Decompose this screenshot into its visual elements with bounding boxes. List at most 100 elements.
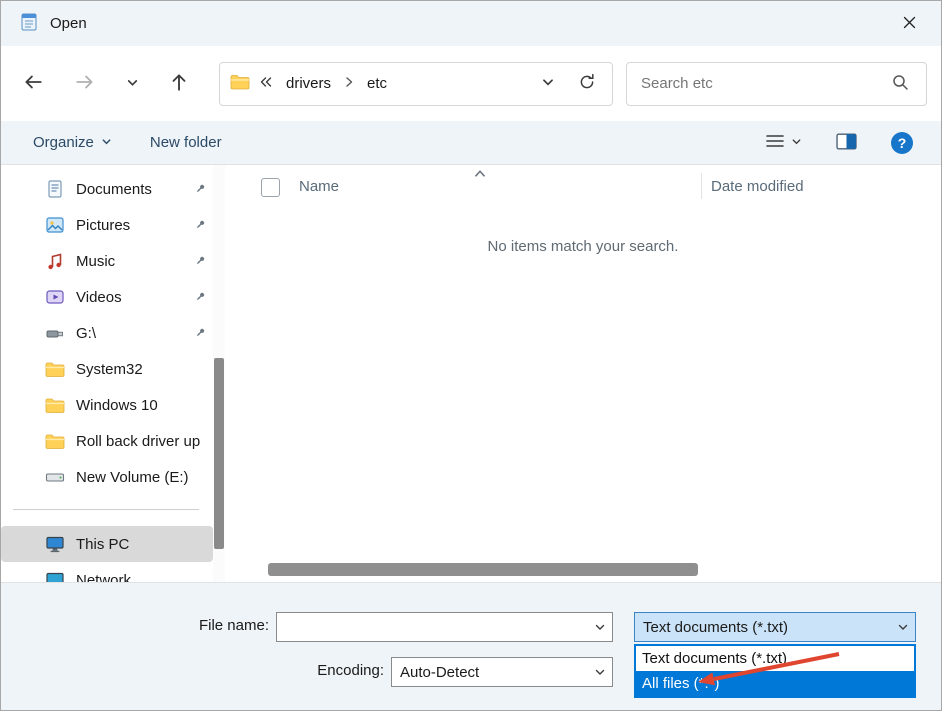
search-icon <box>891 73 909 94</box>
sidebar-item-label: Network <box>76 572 207 583</box>
pin-icon <box>193 255 207 267</box>
sidebar-item-this-pc[interactable]: This PC <box>1 526 213 562</box>
this-pc-icon <box>45 534 65 554</box>
list-view-icon <box>765 133 785 152</box>
network-icon <box>45 570 65 582</box>
vertical-scrollbar-thumb[interactable] <box>214 358 224 549</box>
search-input[interactable] <box>641 75 884 92</box>
encoding-selected-value: Auto-Detect <box>400 664 590 681</box>
sidebar-item-pictures[interactable]: Pictures <box>1 207 213 243</box>
new-folder-label: New folder <box>150 134 222 151</box>
up-button[interactable] <box>161 66 197 102</box>
sidebar-item-label: Windows 10 <box>76 397 207 414</box>
sidebar-item-label: G:\ <box>76 325 182 342</box>
open-dialog: Open <box>0 0 942 711</box>
sidebar-item-music[interactable]: Music <box>1 243 213 279</box>
breadcrumb-item-drivers[interactable]: drivers <box>282 73 335 94</box>
column-divider[interactable] <box>701 173 702 199</box>
file-name-input[interactable] <box>285 619 590 636</box>
chevron-down-icon[interactable] <box>897 621 909 633</box>
new-folder-button[interactable]: New folder <box>140 128 232 157</box>
close-button[interactable] <box>887 5 931 43</box>
chevron-down-icon[interactable] <box>594 666 606 678</box>
encoding-label: Encoding: <box>279 662 384 679</box>
preview-pane-button[interactable] <box>832 129 861 157</box>
file-type-combobox[interactable]: Text documents (*.txt) <box>634 612 916 642</box>
sidebar-item-label: This PC <box>76 536 207 553</box>
file-name-combobox[interactable] <box>276 612 613 642</box>
sidebar-item-label: Videos <box>76 289 182 306</box>
file-type-dropdown-list: Text documents (*.txt) All files (*.*) <box>634 644 916 698</box>
chevron-down-icon <box>541 75 555 92</box>
column-header-date-modified[interactable]: Date modified <box>711 178 804 195</box>
search-box <box>626 62 927 106</box>
folder-icon <box>45 395 65 415</box>
option-text-documents[interactable]: Text documents (*.txt) <box>636 646 914 671</box>
sidebar-item-videos[interactable]: Videos <box>1 279 213 315</box>
sidebar-item-g-drive[interactable]: G:\ <box>1 315 213 351</box>
help-button[interactable]: ? <box>887 128 917 158</box>
sidebar-item-documents[interactable]: Documents <box>1 171 213 207</box>
file-name-label: File name: <box>159 617 269 634</box>
forward-button[interactable] <box>67 66 103 102</box>
pin-icon <box>193 183 207 195</box>
breadcrumb-item-etc[interactable]: etc <box>363 73 391 94</box>
sidebar-item-label: Music <box>76 253 182 270</box>
dialog-content: Documents Pictures Music <box>1 165 941 582</box>
sidebar-separator <box>13 509 199 510</box>
close-icon <box>902 15 917 33</box>
sidebar-item-label: Documents <box>76 181 182 198</box>
file-type-selected-value: Text documents (*.txt) <box>643 619 893 636</box>
sidebar-item-label: Pictures <box>76 217 182 234</box>
option-all-files[interactable]: All files (*.*) <box>636 671 914 696</box>
command-toolbar: Organize New folder <box>1 121 941 165</box>
folder-icon <box>230 74 250 94</box>
organize-button[interactable]: Organize <box>23 128 122 157</box>
column-header-name[interactable]: Name <box>299 178 339 195</box>
chevron-right-icon <box>344 75 354 92</box>
window-title: Open <box>50 15 87 32</box>
search-button[interactable] <box>884 68 916 100</box>
sidebar-item-windows-10[interactable]: Windows 10 <box>1 387 213 423</box>
back-button[interactable] <box>15 66 51 102</box>
views-button[interactable] <box>761 129 806 156</box>
organize-label: Organize <box>33 134 94 151</box>
recent-locations-button[interactable] <box>119 66 145 102</box>
breadcrumb[interactable]: drivers etc <box>219 62 613 106</box>
folder-icon <box>45 431 65 451</box>
refresh-icon <box>578 73 596 94</box>
sort-ascending-icon <box>473 165 487 182</box>
encoding-combobox[interactable]: Auto-Detect <box>391 657 613 687</box>
chevron-down-icon[interactable] <box>594 621 606 633</box>
address-dropdown-button[interactable] <box>533 68 563 100</box>
music-icon <box>45 251 65 271</box>
preview-pane-icon <box>836 133 857 153</box>
sidebar-item-label: System32 <box>76 361 207 378</box>
folder-icon <box>45 359 65 379</box>
pin-icon <box>193 219 207 231</box>
breadcrumb-collapsed-icon[interactable] <box>259 75 273 92</box>
dialog-footer: File name: Text documents (*.txt) Encodi… <box>1 582 941 710</box>
sidebar-item-network[interactable]: Network <box>1 562 213 582</box>
navigation-pane: Documents Pictures Music <box>1 165 213 582</box>
hard-drive-icon <box>45 467 65 487</box>
horizontal-scrollbar-thumb[interactable] <box>268 563 698 576</box>
select-all-checkbox[interactable] <box>261 178 280 197</box>
titlebar: Open <box>1 1 941 46</box>
horizontal-scrollbar[interactable] <box>227 563 939 577</box>
pin-icon <box>193 327 207 339</box>
usb-drive-icon <box>45 323 65 343</box>
documents-icon <box>45 179 65 199</box>
refresh-button[interactable] <box>572 68 602 100</box>
vertical-scrollbar[interactable] <box>213 165 225 582</box>
sidebar-item-system32[interactable]: System32 <box>1 351 213 387</box>
sidebar-item-roll-back-driver[interactable]: Roll back driver up <box>1 423 213 459</box>
arrow-up-icon <box>168 71 190 96</box>
empty-message: No items match your search. <box>225 238 941 255</box>
arrow-left-icon <box>22 71 44 96</box>
sidebar-item-new-volume-e[interactable]: New Volume (E:) <box>1 459 213 495</box>
arrow-right-icon <box>74 71 96 96</box>
chevron-down-icon <box>101 134 112 151</box>
sidebar-item-label: New Volume (E:) <box>76 469 207 486</box>
navigation-bar: drivers etc <box>1 46 941 121</box>
